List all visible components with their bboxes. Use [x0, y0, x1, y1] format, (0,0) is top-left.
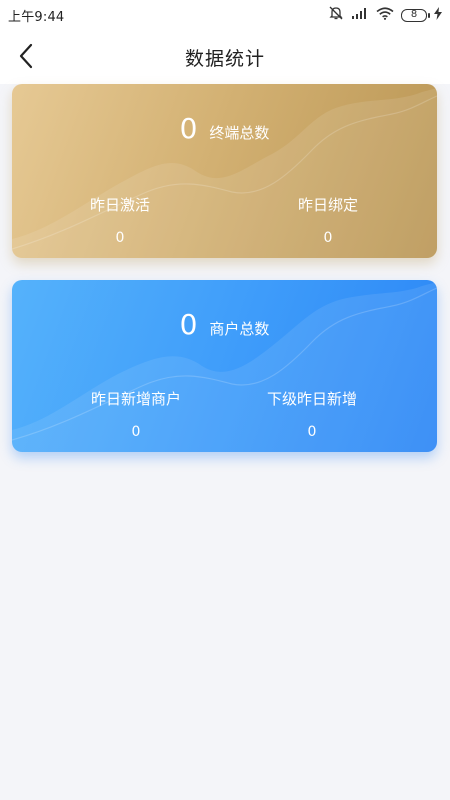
stat-subordinate-yesterday-new: 下级昨日新增 0: [232, 388, 392, 440]
stat-value: 0: [307, 424, 317, 440]
terminal-total-value: 0: [179, 112, 198, 145]
battery-level: 8: [401, 8, 430, 22]
merchant-total-value: 0: [179, 308, 198, 341]
nav-bar: 数据统计: [0, 30, 450, 84]
stat-label: 昨日绑定: [297, 196, 358, 214]
page-title: 数据统计: [184, 48, 265, 70]
terminal-total: 0 终端总数: [12, 112, 437, 145]
charging-icon: [434, 6, 442, 24]
battery-icon: 8: [401, 8, 430, 22]
status-time: 上午9:44: [8, 9, 65, 25]
stat-label: 下级昨日新增: [266, 390, 357, 408]
status-icons: 8: [328, 6, 442, 24]
terminal-total-label: 终端总数: [209, 124, 270, 142]
merchant-stats-card: 0 商户总数 昨日新增商户 0 下级昨日新增 0: [12, 280, 437, 452]
signal-icon: [351, 7, 369, 23]
stat-label: 昨日新增商户: [90, 390, 181, 408]
stat-yesterday-activated: 昨日激活 0: [40, 194, 200, 246]
stat-value: 0: [131, 424, 141, 440]
wifi-icon: [376, 6, 394, 24]
terminal-stats-card: 0 终端总数 昨日激活 0 昨日绑定 0: [12, 84, 437, 258]
mute-icon: [328, 6, 344, 24]
stat-value: 0: [115, 230, 125, 246]
merchant-total: 0 商户总数: [12, 308, 437, 341]
stat-value: 0: [323, 230, 333, 246]
stat-yesterday-bound: 昨日绑定 0: [248, 194, 408, 246]
stat-yesterday-new-merchants: 昨日新增商户 0: [56, 388, 216, 440]
merchant-total-label: 商户总数: [209, 320, 270, 338]
stat-label: 昨日激活: [89, 196, 150, 214]
status-bar: 上午9:44 8: [0, 0, 450, 30]
